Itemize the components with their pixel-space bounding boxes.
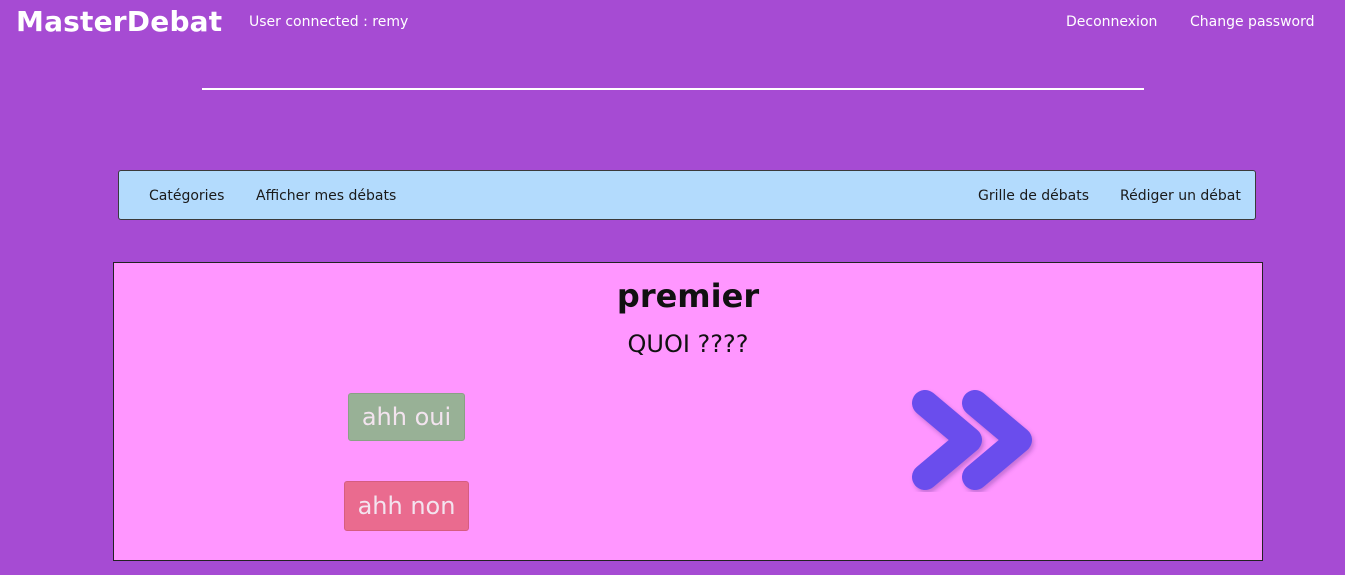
header-divider <box>202 88 1144 90</box>
debate-card: premier QUOI ???? ahh oui ahh non <box>113 262 1263 561</box>
vote-no-button[interactable]: ahh non <box>344 481 469 531</box>
nav-my-debates[interactable]: Afficher mes débats <box>256 188 396 204</box>
main-navbar: Catégories Afficher mes débats Grille de… <box>118 170 1256 220</box>
nav-debate-grid[interactable]: Grille de débats <box>978 188 1089 204</box>
debate-question: QUOI ???? <box>627 330 749 358</box>
vote-yes-button[interactable]: ahh oui <box>348 393 465 441</box>
nav-categories[interactable]: Catégories <box>149 188 224 204</box>
brand-logo[interactable]: MasterDebat <box>16 5 222 38</box>
top-header: MasterDebat User connected : remy Deconn… <box>0 0 1345 46</box>
nav-write-debate[interactable]: Rédiger un débat <box>1120 188 1241 204</box>
double-chevron-right-icon[interactable] <box>906 385 1046 495</box>
logout-link[interactable]: Deconnexion <box>1066 14 1157 30</box>
debate-title: premier <box>616 277 760 315</box>
user-connected-label: User connected : remy <box>249 14 409 30</box>
change-password-link[interactable]: Change password <box>1190 14 1315 30</box>
